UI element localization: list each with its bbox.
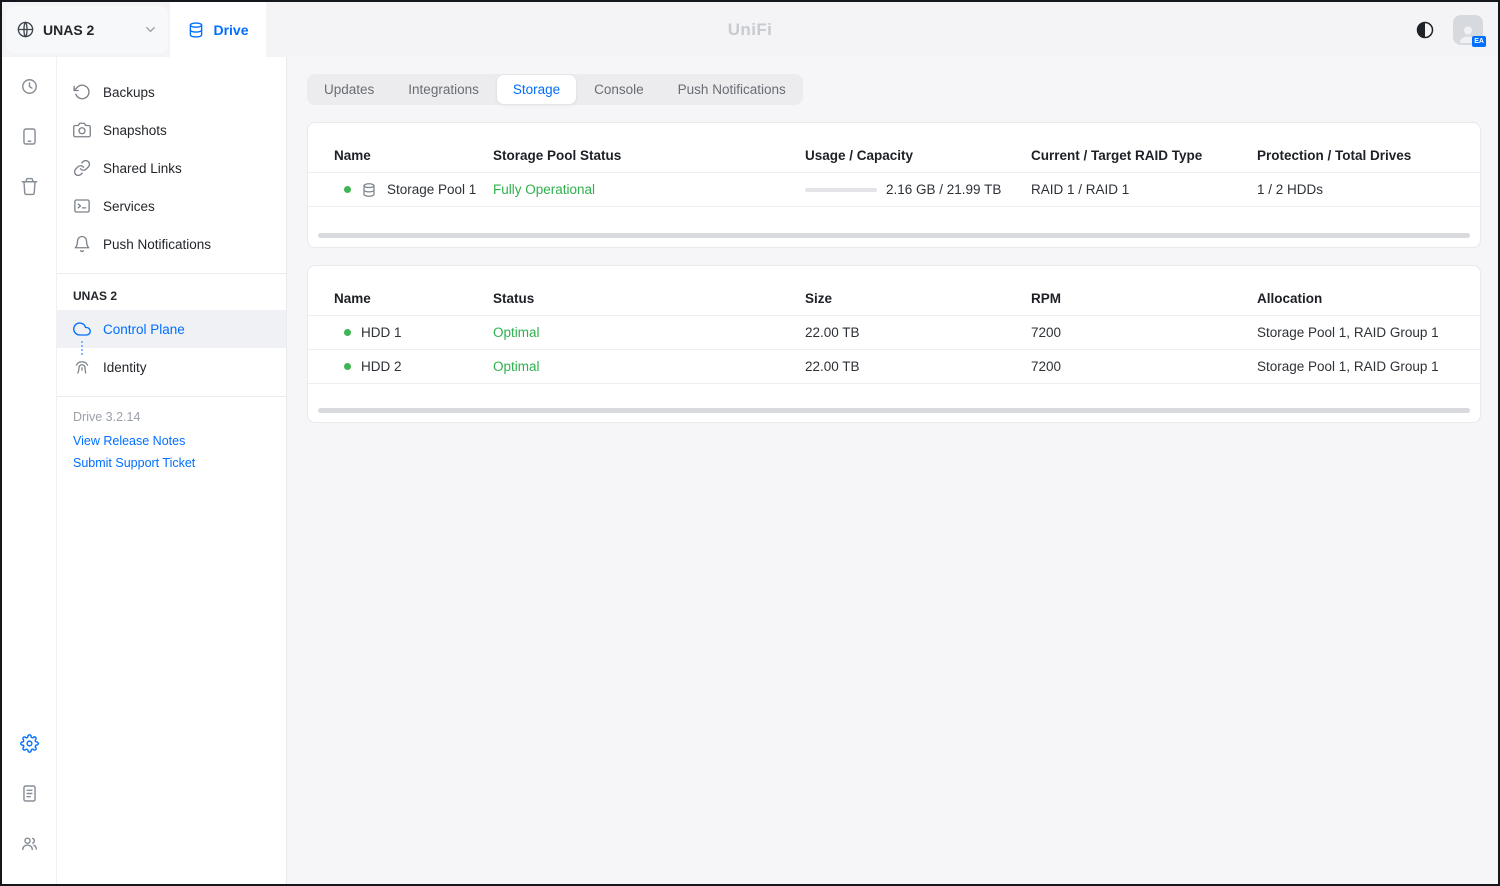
topbar: UNAS 2 Drive UniFi EA xyxy=(2,2,1498,57)
column-header-status: Status xyxy=(493,291,805,306)
system-log-icon[interactable] xyxy=(12,776,46,810)
drives-header-row: Name Status Size RPM Allocation xyxy=(308,282,1480,316)
drive-allocation: Storage Pool 1, RAID Group 1 xyxy=(1257,359,1454,374)
camera-icon xyxy=(73,121,91,139)
chevron-down-icon xyxy=(143,22,158,37)
sidebar-item-label: Push Notifications xyxy=(103,237,211,252)
backup-restore-icon xyxy=(73,83,91,101)
tab-integrations[interactable]: Integrations xyxy=(391,74,496,105)
column-header-raid-type: Current / Target RAID Type xyxy=(1031,148,1257,163)
pool-status: Fully Operational xyxy=(493,182,805,197)
tab-console[interactable]: Console xyxy=(577,74,661,105)
drive-status: Optimal xyxy=(493,325,805,340)
column-header-pool-status: Storage Pool Status xyxy=(493,148,805,163)
protection-drives: 1 / 2 HDDs xyxy=(1257,182,1454,197)
column-header-name: Name xyxy=(334,148,493,163)
sidebar-item-services[interactable]: Services xyxy=(57,187,286,225)
avatar[interactable]: EA xyxy=(1453,15,1483,45)
column-header-protection-drives: Protection / Total Drives xyxy=(1257,148,1454,163)
trash-icon[interactable] xyxy=(12,169,46,203)
sidebar-item-control-plane[interactable]: Control Plane xyxy=(57,310,286,348)
drive-rpm: 7200 xyxy=(1031,325,1257,340)
unifi-logo: UniFi xyxy=(728,20,773,40)
drive-size: 22.00 TB xyxy=(805,325,1031,340)
tab-drive-app[interactable]: Drive xyxy=(170,2,266,57)
sidebar-item-label: Identity xyxy=(103,360,147,375)
theme-contrast-toggle[interactable] xyxy=(1415,20,1435,40)
status-dot-green xyxy=(344,363,351,370)
pool-name: Storage Pool 1 xyxy=(387,182,476,197)
sidebar-item-label: Snapshots xyxy=(103,123,167,138)
status-dot-green xyxy=(344,329,351,336)
sidebar-item-identity[interactable]: Identity xyxy=(57,348,286,386)
tab-push-notifications[interactable]: Push Notifications xyxy=(661,74,803,105)
drive-rpm: 7200 xyxy=(1031,359,1257,374)
column-header-allocation: Allocation xyxy=(1257,291,1454,306)
sidebar-item-label: Backups xyxy=(103,85,155,100)
sidebar-item-label: Control Plane xyxy=(103,322,185,337)
sidebar-item-label: Services xyxy=(103,199,155,214)
storage-pools-header-row: Name Storage Pool Status Usage / Capacit… xyxy=(308,139,1480,173)
main-content: Updates Integrations Storage Console Pus… xyxy=(287,57,1498,884)
drive-allocation: Storage Pool 1, RAID Group 1 xyxy=(1257,325,1454,340)
drive-size: 22.00 TB xyxy=(805,359,1031,374)
drive-row[interactable]: HDD 1 Optimal 22.00 TB 7200 Storage Pool… xyxy=(308,316,1480,350)
submit-support-ticket-link[interactable]: Submit Support Ticket xyxy=(57,452,286,474)
column-header-name: Name xyxy=(334,291,493,306)
horizontal-scrollbar[interactable] xyxy=(318,408,1470,413)
app-window: UNAS 2 Drive UniFi EA xyxy=(0,0,1500,886)
link-icon xyxy=(73,159,91,177)
settings-tab-bar: Updates Integrations Storage Console Pus… xyxy=(307,74,803,105)
bell-icon xyxy=(73,235,91,253)
icon-rail xyxy=(2,57,57,884)
status-dot-green xyxy=(344,186,351,193)
cloud-icon xyxy=(73,320,91,338)
drive-name: HDD 2 xyxy=(361,359,402,374)
topbar-right: EA xyxy=(1415,2,1498,57)
column-header-size: Size xyxy=(805,291,1031,306)
drives-card: Name Status Size RPM Allocation HDD 1 Op… xyxy=(307,265,1481,423)
device-icon[interactable] xyxy=(12,119,46,153)
drive-version-text: Drive 3.2.14 xyxy=(57,397,286,430)
device-selector[interactable]: UNAS 2 xyxy=(6,6,168,53)
column-header-usage-capacity: Usage / Capacity xyxy=(805,148,1031,163)
avatar-badge: EA xyxy=(1472,36,1486,47)
sidebar-item-push-notifications[interactable]: Push Notifications xyxy=(57,225,286,263)
sidebar-section-label: UNAS 2 xyxy=(57,274,286,310)
drive-name: HDD 1 xyxy=(361,325,402,340)
globe-icon xyxy=(16,20,35,39)
drive-app-icon xyxy=(187,21,205,39)
terminal-window-icon xyxy=(73,197,91,215)
settings-gear-icon[interactable] xyxy=(12,726,46,760)
history-icon[interactable] xyxy=(12,69,46,103)
storage-pool-row[interactable]: Storage Pool 1 Fully Operational 2.16 GB… xyxy=(308,173,1480,207)
tab-updates[interactable]: Updates xyxy=(307,74,391,105)
drive-row[interactable]: HDD 2 Optimal 22.00 TB 7200 Storage Pool… xyxy=(308,350,1480,384)
fingerprint-icon xyxy=(73,358,91,376)
column-header-rpm: RPM xyxy=(1031,291,1257,306)
sidebar-item-label: Shared Links xyxy=(103,161,182,176)
device-name: UNAS 2 xyxy=(43,22,94,38)
drive-app-label: Drive xyxy=(213,22,248,38)
sidebar-item-snapshots[interactable]: Snapshots xyxy=(57,111,286,149)
view-release-notes-link[interactable]: View Release Notes xyxy=(57,430,286,452)
users-icon[interactable] xyxy=(12,826,46,860)
storage-pools-card: Name Storage Pool Status Usage / Capacit… xyxy=(307,122,1481,248)
storage-pool-icon xyxy=(361,182,377,198)
sidebar-item-shared-links[interactable]: Shared Links xyxy=(57,149,286,187)
tab-storage[interactable]: Storage xyxy=(496,74,577,105)
horizontal-scrollbar[interactable] xyxy=(318,233,1470,238)
drive-status: Optimal xyxy=(493,359,805,374)
sidebar: Backups Snapshots Shared Links Services xyxy=(57,57,287,884)
usage-capacity-text: 2.16 GB / 21.99 TB xyxy=(886,182,1001,197)
raid-type: RAID 1 / RAID 1 xyxy=(1031,182,1257,197)
sidebar-item-backups[interactable]: Backups xyxy=(57,73,286,111)
usage-progress-bar xyxy=(805,188,877,192)
app-body: Backups Snapshots Shared Links Services xyxy=(2,57,1498,884)
